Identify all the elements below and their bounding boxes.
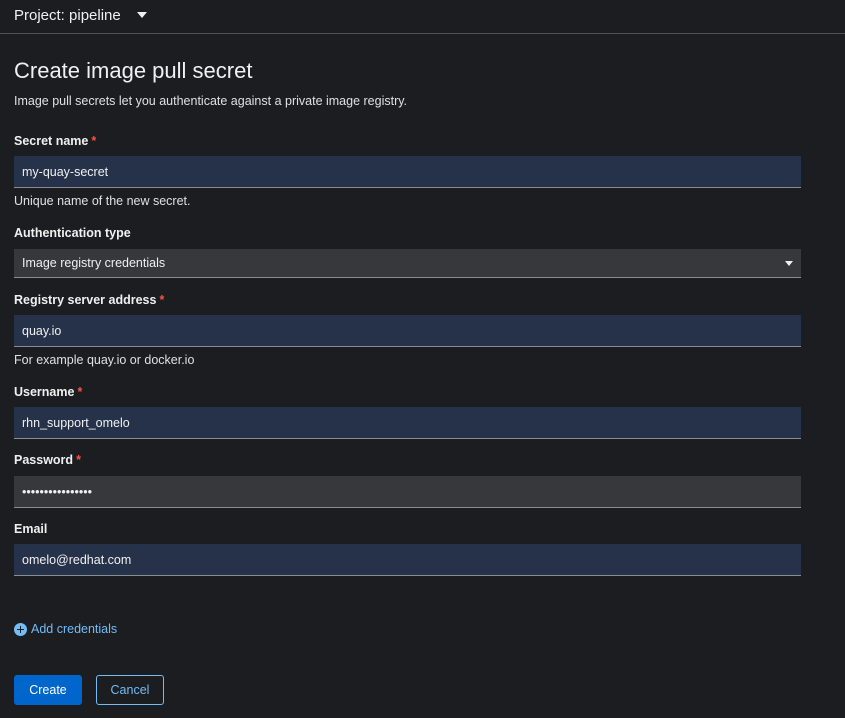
email-input[interactable] [14, 544, 801, 576]
auth-type-label-text: Authentication type [14, 226, 131, 240]
project-label: Project: pipeline [14, 6, 121, 24]
username-input[interactable] [14, 407, 801, 439]
email-label-text: Email [14, 522, 48, 536]
project-selector[interactable]: Project: pipeline [14, 5, 147, 25]
cancel-button[interactable]: Cancel [96, 675, 164, 705]
secret-name-input[interactable] [14, 156, 801, 188]
required-mark: * [76, 453, 81, 467]
caret-down-icon [785, 260, 793, 266]
secret-name-label: Secret name * [14, 134, 96, 148]
required-mark: * [91, 134, 97, 148]
password-label-text: Password [14, 453, 74, 467]
add-credentials-link[interactable]: Add credentials [14, 622, 117, 636]
secret-name-label-text: Secret name [14, 134, 89, 148]
registry-label: Registry server address * [14, 293, 164, 307]
registry-label-text: Registry server address [14, 293, 157, 307]
username-label: Username * [14, 385, 82, 399]
email-label: Email [14, 522, 47, 536]
secret-name-helper: Unique name of the new secret. [14, 194, 191, 208]
add-credentials-label: Add credentials [31, 622, 118, 636]
password-input[interactable] [14, 476, 801, 508]
caret-down-icon [136, 12, 147, 18]
auth-type-label: Authentication type [14, 226, 131, 240]
username-label-text: Username [14, 385, 75, 399]
create-button[interactable]: Create [14, 675, 82, 705]
registry-helper: For example quay.io or docker.io [14, 353, 195, 367]
auth-type-select[interactable]: Image registry credentials [14, 249, 801, 278]
registry-input[interactable] [14, 315, 801, 347]
auth-type-value: Image registry credentials [22, 256, 166, 270]
project-bar: Project: pipeline [0, 0, 845, 34]
page-subtitle: Image pull secrets let you authenticate … [14, 94, 408, 108]
required-mark: * [77, 385, 83, 399]
password-label: Password * [14, 453, 81, 467]
page-title: Create image pull secret [14, 58, 253, 83]
required-mark: * [159, 293, 165, 307]
plus-circle-icon [14, 622, 27, 636]
